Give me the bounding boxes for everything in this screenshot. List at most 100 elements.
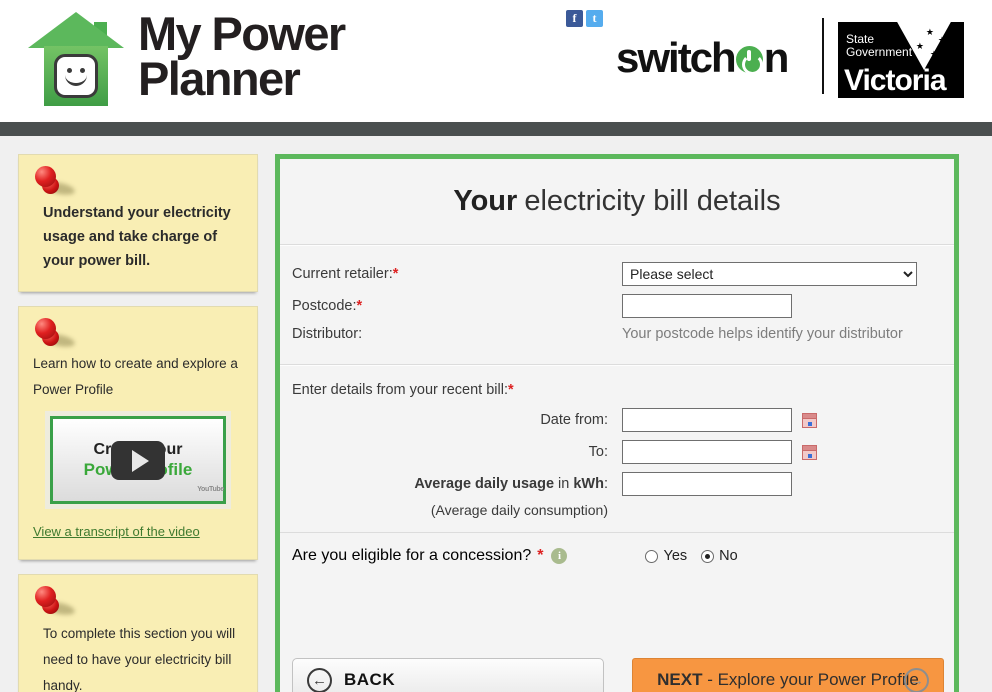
bill-section-label-text: Enter details from your recent bill: <box>292 382 508 398</box>
page-title: Your electricity bill details <box>280 159 954 245</box>
back-button[interactable]: ← BACK <box>292 658 604 692</box>
switchon-text-pre: switch <box>616 34 737 81</box>
concession-no-label: No <box>719 548 738 564</box>
date-from-input[interactable] <box>622 408 792 432</box>
sidebar-note-video: Learn how to create and explore a Power … <box>18 306 258 560</box>
switchon-text-post: n <box>763 34 790 81</box>
arrow-left-icon: ← <box>307 667 332 692</box>
victoria-government-logo: ★ ★ ★ ★ State Government Victoria <box>838 22 964 98</box>
concession-radio-group: Yes No <box>645 548 738 564</box>
distributor-label: Distributor: <box>292 326 363 342</box>
page-body: Understand your electricity usage and ta… <box>0 136 992 692</box>
date-to-input[interactable] <box>622 440 792 464</box>
next-button[interactable]: NEXT - Explore your Power Profile → <box>632 658 944 692</box>
brand-line-1: My Power <box>138 7 346 61</box>
site-header: My Power Planner f t switch n ★ ★ ★ ★ St… <box>0 0 992 122</box>
sidebar-note-text: To complete this section you will need t… <box>43 626 236 692</box>
sidebar: Understand your electricity usage and ta… <box>18 154 258 692</box>
retailer-row: Current retailer:* Please select <box>292 262 942 286</box>
required-asterisk: * <box>537 547 544 564</box>
social-links: f t <box>566 10 603 27</box>
required-asterisk: * <box>356 298 363 314</box>
brand-logo[interactable]: My Power Planner <box>28 7 346 106</box>
youtube-badge-icon: YouTube <box>197 486 224 493</box>
sidebar-note-complete: To complete this section you will need t… <box>18 574 258 692</box>
radio-no[interactable] <box>701 549 715 563</box>
average-daily-usage-input[interactable] <box>622 472 792 496</box>
smiling-house-logo-icon <box>28 8 124 106</box>
play-triangle <box>131 449 149 472</box>
pushpin-icon <box>33 585 76 617</box>
pushpin-head <box>35 586 56 607</box>
power-symbol-icon <box>735 46 763 75</box>
average-usage-label: Average daily usage in kWh: <box>292 476 622 492</box>
calendar-icon[interactable] <box>802 444 817 460</box>
page-title-bold: Your <box>453 185 518 217</box>
postcode-row: Postcode:* <box>292 294 942 318</box>
average-usage-subnote: (Average daily consumption) <box>430 502 608 518</box>
brand-wordmark: My Power Planner <box>138 7 346 105</box>
house-roof <box>28 12 124 48</box>
retailer-label: Current retailer:* <box>292 266 622 282</box>
video-thumbnail[interactable]: Create your Power Profile YouTube <box>45 411 231 509</box>
postcode-label: Postcode:* <box>292 298 622 314</box>
switchon-logo[interactable]: switch n <box>616 34 790 82</box>
distributor-hint: Your postcode helps identify your distri… <box>622 326 903 342</box>
video-note-text: Learn how to create and explore a Power … <box>33 356 238 397</box>
average-usage-row: Average daily usage in kWh: <box>292 472 942 496</box>
star-icon-1: ★ <box>925 27 934 37</box>
concession-yes-option[interactable]: Yes <box>645 548 687 564</box>
pushpin-icon <box>33 317 76 349</box>
sidebar-note-understand: Understand your electricity usage and ta… <box>18 154 258 292</box>
concession-label: Are you eligible for a concession? <box>292 547 532 564</box>
date-to-label: To: <box>588 444 608 460</box>
play-button-icon[interactable] <box>111 441 165 480</box>
sidebar-note-text: Understand your electricity usage and ta… <box>43 205 231 269</box>
required-asterisk: * <box>507 382 514 398</box>
logo-divider <box>822 18 824 94</box>
concession-section: Are you eligible for a concession? * i Y… <box>280 533 954 579</box>
next-button-bold: NEXT <box>657 670 703 689</box>
usage-label-bold-2: kWh <box>573 476 604 492</box>
required-asterisk: * <box>392 266 399 282</box>
pushpin-icon <box>33 165 76 197</box>
date-from-row: Date from: <box>292 408 942 432</box>
concession-no-option[interactable]: No <box>701 548 738 564</box>
header-separator-bar <box>0 122 992 136</box>
retailer-label-text: Current retailer: <box>292 266 393 282</box>
facebook-icon[interactable]: f <box>566 10 583 27</box>
radio-yes[interactable] <box>645 549 659 563</box>
pushpin-head <box>35 318 56 339</box>
bill-section-label: Enter details from your recent bill:* <box>292 382 942 398</box>
postcode-label-text: Postcode: <box>292 298 357 314</box>
star-icon-2: ★ <box>937 35 946 45</box>
bill-details-panel: Your electricity bill details Current ret… <box>275 154 959 650</box>
retailer-section: Current retailer:* Please select Postcod… <box>280 245 954 365</box>
page-title-rest: electricity bill details <box>524 185 781 217</box>
info-icon[interactable]: i <box>551 548 568 564</box>
vic-state-label: State Government <box>846 33 912 59</box>
current-retailer-select[interactable]: Please select <box>622 262 917 286</box>
star-icon-4: ★ <box>929 49 938 59</box>
twitter-icon[interactable]: t <box>586 10 603 27</box>
concession-yes-label: Yes <box>663 548 688 564</box>
usage-label-bold-1: Average daily usage <box>414 476 555 492</box>
next-button-rest: - Explore your Power Profile <box>702 670 919 689</box>
date-from-label: Date from: <box>540 412 608 428</box>
panel-actions: ← BACK NEXT - Explore your Power Profile… <box>275 644 959 692</box>
arrow-right-icon: → <box>904 667 929 692</box>
vic-government-text: Government <box>846 45 913 59</box>
distributor-row: Distributor: Your postcode helps identif… <box>292 326 942 342</box>
next-button-label: NEXT - Explore your Power Profile <box>657 670 919 690</box>
date-to-row: To: <box>292 440 942 464</box>
face-smile <box>65 72 87 86</box>
back-button-label: BACK <box>344 670 396 689</box>
usage-label-mid: in <box>554 476 574 492</box>
brand-line-2: Planner <box>138 52 301 105</box>
action-button-row: ← BACK NEXT - Explore your Power Profile… <box>280 644 954 692</box>
postcode-input[interactable] <box>622 294 792 318</box>
calendar-icon[interactable] <box>802 412 817 428</box>
video-transcript-link[interactable]: View a transcript of the video <box>33 519 200 545</box>
bill-entry-section: Enter details from your recent bill:* Da… <box>280 365 954 533</box>
pushpin-head <box>35 166 56 187</box>
